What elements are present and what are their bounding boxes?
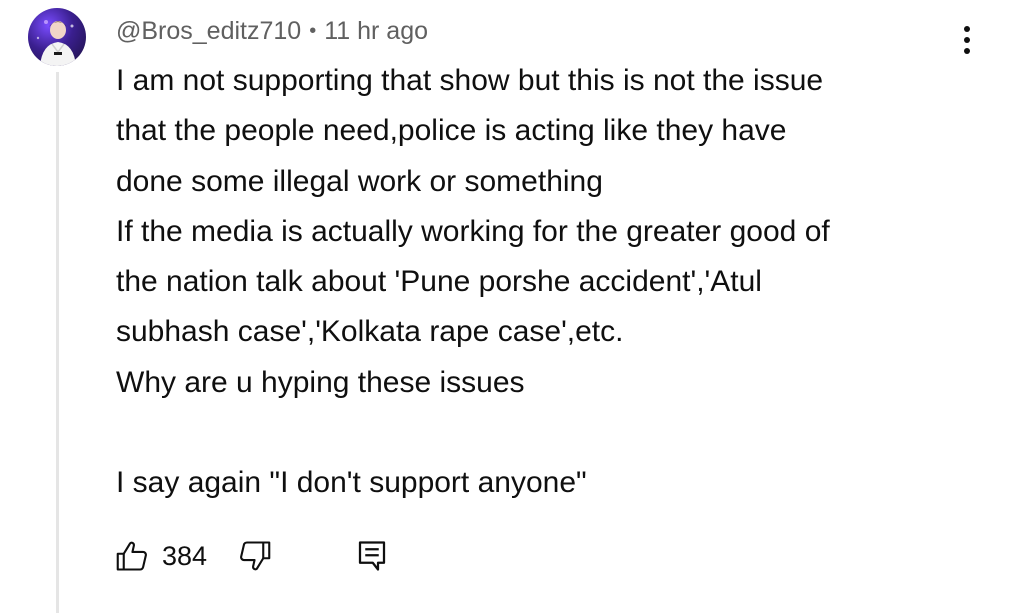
comment-text: I am not supporting that show but this i… (116, 56, 976, 509)
comment-line: that the people need,police is acting li… (116, 114, 787, 148)
comment-line: I am not supporting that show but this i… (116, 64, 824, 97)
thumbs-down-icon (240, 541, 271, 571)
reply-button[interactable] (355, 538, 389, 574)
like-count: 384 (162, 540, 208, 571)
more-vertical-icon-dot (964, 48, 970, 54)
comment-line: If the media is actually working for the… (116, 214, 830, 248)
more-vertical-icon-dot (964, 37, 970, 43)
comment-line: the nation talk about 'Pune porshe accid… (116, 265, 762, 299)
comment-line: Why are u hyping these issues (116, 365, 525, 399)
comment-line (116, 408, 976, 458)
thumbs-up-icon (116, 541, 147, 571)
author-handle[interactable]: @Bros_editz710 (116, 17, 301, 46)
author-avatar[interactable] (28, 8, 86, 66)
comment-line: I say again "I don't support anyone" (116, 466, 587, 500)
comment-timestamp[interactable]: 11 hr ago (324, 17, 428, 46)
comment-line: done some illegal work or something (116, 164, 603, 198)
comment-line: subhash case','Kolkata rape case',etc. (116, 315, 624, 349)
comment-actions: 384 (114, 534, 389, 578)
reply-comment-icon (358, 541, 386, 571)
reply-thread-line (56, 72, 59, 613)
avatar-image (36, 20, 76, 66)
meta-separator: • (309, 19, 317, 42)
like-button[interactable]: 384 (114, 538, 207, 574)
comment-meta: @Bros_editz710 • 11 hr ago (116, 14, 428, 48)
dislike-button[interactable] (237, 538, 273, 574)
more-options-button[interactable] (950, 20, 984, 60)
more-vertical-icon (964, 26, 970, 32)
